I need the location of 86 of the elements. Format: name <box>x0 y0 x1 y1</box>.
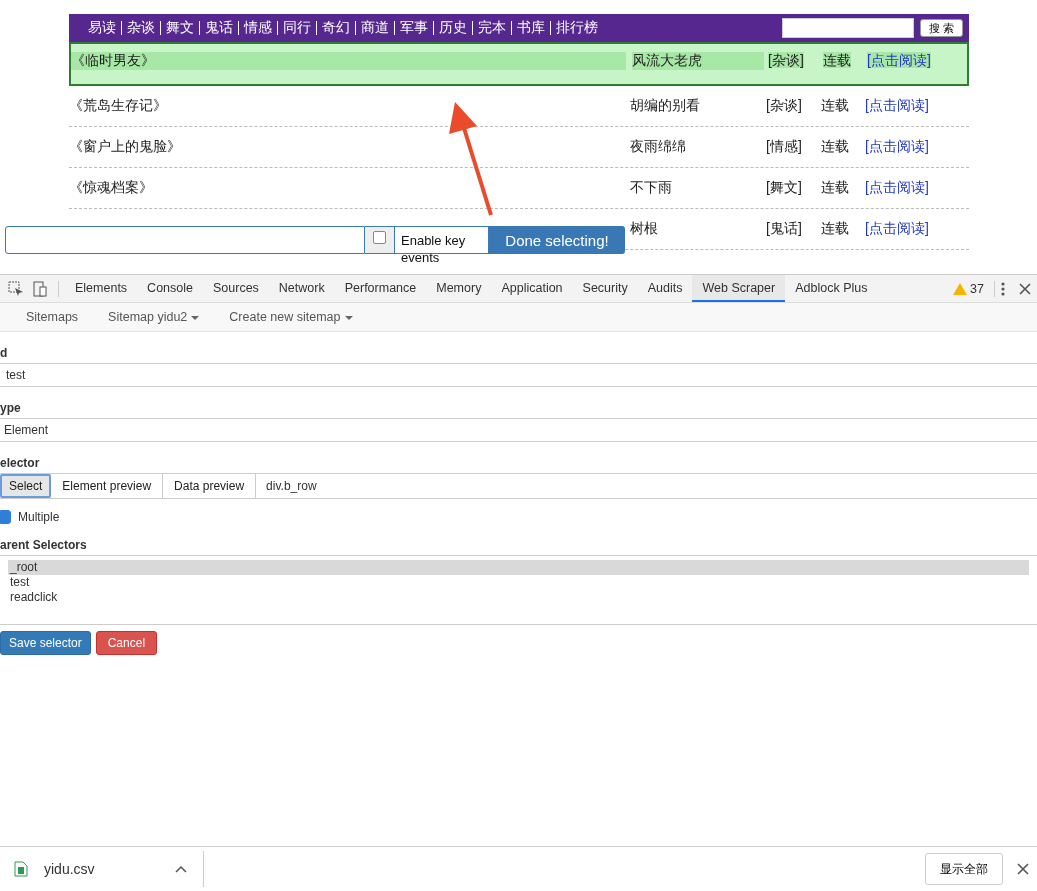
nav-link[interactable]: 情感 <box>239 19 277 37</box>
selector-input[interactable] <box>5 226 365 254</box>
done-selecting-button[interactable]: Done selecting! <box>489 226 625 254</box>
book-title: 《荒岛生存记》 <box>69 97 167 113</box>
book-title: 《惊魂档案》 <box>69 179 153 195</box>
devtools-tab[interactable]: Application <box>491 275 573 302</box>
read-link[interactable]: [点击阅读] <box>865 179 929 195</box>
devtools-tab[interactable]: Network <box>268 275 335 302</box>
devtools-tab[interactable]: Performance <box>334 275 427 302</box>
devtools-tab[interactable]: Elements <box>65 275 138 302</box>
nav-link[interactable]: 书库 <box>512 19 550 37</box>
field-label: arent Selectors <box>0 538 88 554</box>
field-label: ype <box>0 401 22 417</box>
enable-key-label: Enable key events <box>401 232 467 266</box>
search-field[interactable] <box>781 18 914 38</box>
book-title: 《窗户上的鬼脸》 <box>69 138 181 154</box>
field-label: d <box>0 346 9 362</box>
multiple-label: Multiple <box>18 510 60 524</box>
nav-link[interactable]: 杂谈 <box>122 19 160 37</box>
multiple-checkbox[interactable] <box>0 510 11 524</box>
category-label: [舞文] <box>766 179 802 195</box>
author-name: 风流大老虎 <box>632 52 764 70</box>
author-name: 树根 <box>630 220 658 236</box>
book-title: 《临时男友》 <box>71 52 626 70</box>
nav-link[interactable]: 完本 <box>473 19 511 37</box>
status-label: 连载 <box>821 179 849 195</box>
devtools-tab[interactable]: Web Scraper <box>692 275 786 302</box>
author-name: 不下雨 <box>630 179 672 195</box>
save-selector-button[interactable]: Save selector <box>0 631 91 655</box>
category-label: [鬼话] <box>766 220 802 236</box>
nav-link[interactable]: 奇幻 <box>317 19 355 37</box>
devtools-tab[interactable]: Memory <box>426 275 492 302</box>
nav-link[interactable]: 同行 <box>278 19 316 37</box>
category-label: [杂谈] <box>768 52 804 68</box>
devtools-tab[interactable]: Security <box>572 275 638 302</box>
cancel-button[interactable]: Cancel <box>95 631 158 655</box>
read-link[interactable]: [点击阅读] <box>867 52 931 68</box>
category-label: [杂谈] <box>766 97 802 113</box>
chevron-up-icon[interactable] <box>174 865 187 873</box>
devtools-tab[interactable]: Console <box>137 275 203 302</box>
nav-link[interactable]: 历史 <box>434 19 472 37</box>
warning-count: 37 <box>970 281 984 296</box>
spreadsheet-file-icon <box>14 861 28 877</box>
nav-link[interactable]: 鬼话 <box>200 19 238 37</box>
type-select[interactable]: Element <box>0 418 1037 442</box>
status-label: 连载 <box>823 52 851 68</box>
sitemap-nav-link[interactable]: Create new sitemap <box>229 310 353 324</box>
book-row[interactable]: 《临时男友》 风流大老虎 [杂谈] 连载 [点击阅读] <box>69 42 969 86</box>
parent-selector-option[interactable]: test <box>8 575 1029 590</box>
author-name: 胡编的别看 <box>630 97 700 113</box>
search-button[interactable]: 搜 索 <box>919 19 963 37</box>
status-label: 连载 <box>821 97 849 113</box>
sitemap-nav-link[interactable]: Sitemaps <box>26 310 79 324</box>
device-icon[interactable] <box>32 280 48 297</box>
read-link[interactable]: [点击阅读] <box>865 220 929 236</box>
nav-link[interactable]: 商道 <box>356 19 394 37</box>
sitemap-nav-link[interactable]: Sitemap yidu2 <box>108 310 200 324</box>
book-row[interactable]: 《惊魂档案》 不下雨 [舞文] 连载 [点击阅读] <box>69 168 969 209</box>
read-link[interactable]: [点击阅读] <box>865 97 929 113</box>
selector-tool-button[interactable]: Select <box>0 474 52 498</box>
status-label: 连载 <box>821 220 849 236</box>
devtools-tab[interactable]: Sources <box>203 275 269 302</box>
nav-link[interactable]: 军事 <box>395 19 433 37</box>
devtools-tab[interactable]: Audits <box>637 275 693 302</box>
status-label: 连载 <box>821 138 849 154</box>
close-icon[interactable] <box>1017 863 1029 875</box>
download-file-name[interactable]: yidu.csv <box>44 861 95 877</box>
nav-link[interactable]: 舞文 <box>161 19 199 37</box>
field-label: elector <box>0 456 41 472</box>
show-all-button[interactable]: 显示全部 <box>925 853 1003 885</box>
inspect-icon[interactable] <box>8 280 24 297</box>
read-link[interactable]: [点击阅读] <box>865 138 929 154</box>
warning-icon <box>953 282 968 295</box>
parent-selector-option[interactable]: readclick <box>8 590 1029 605</box>
enable-key-checkbox[interactable] <box>373 231 386 244</box>
nav-link[interactable]: 排行榜 <box>551 19 603 37</box>
category-label: [情感] <box>766 138 802 154</box>
parent-selectors-list[interactable]: _root test readclick <box>0 555 1037 625</box>
devtools-tab[interactable]: Adblock Plus <box>785 275 878 302</box>
close-icon[interactable] <box>1019 282 1031 295</box>
selector-field[interactable]: div.b_row <box>256 474 1037 498</box>
parent-selector-option[interactable]: _root <box>8 560 1029 575</box>
more-icon[interactable] <box>1001 281 1005 296</box>
author-name: 夜雨绵绵 <box>630 138 686 154</box>
nav-link[interactable]: 易读 <box>83 19 121 37</box>
id-field[interactable]: test <box>0 363 1037 387</box>
